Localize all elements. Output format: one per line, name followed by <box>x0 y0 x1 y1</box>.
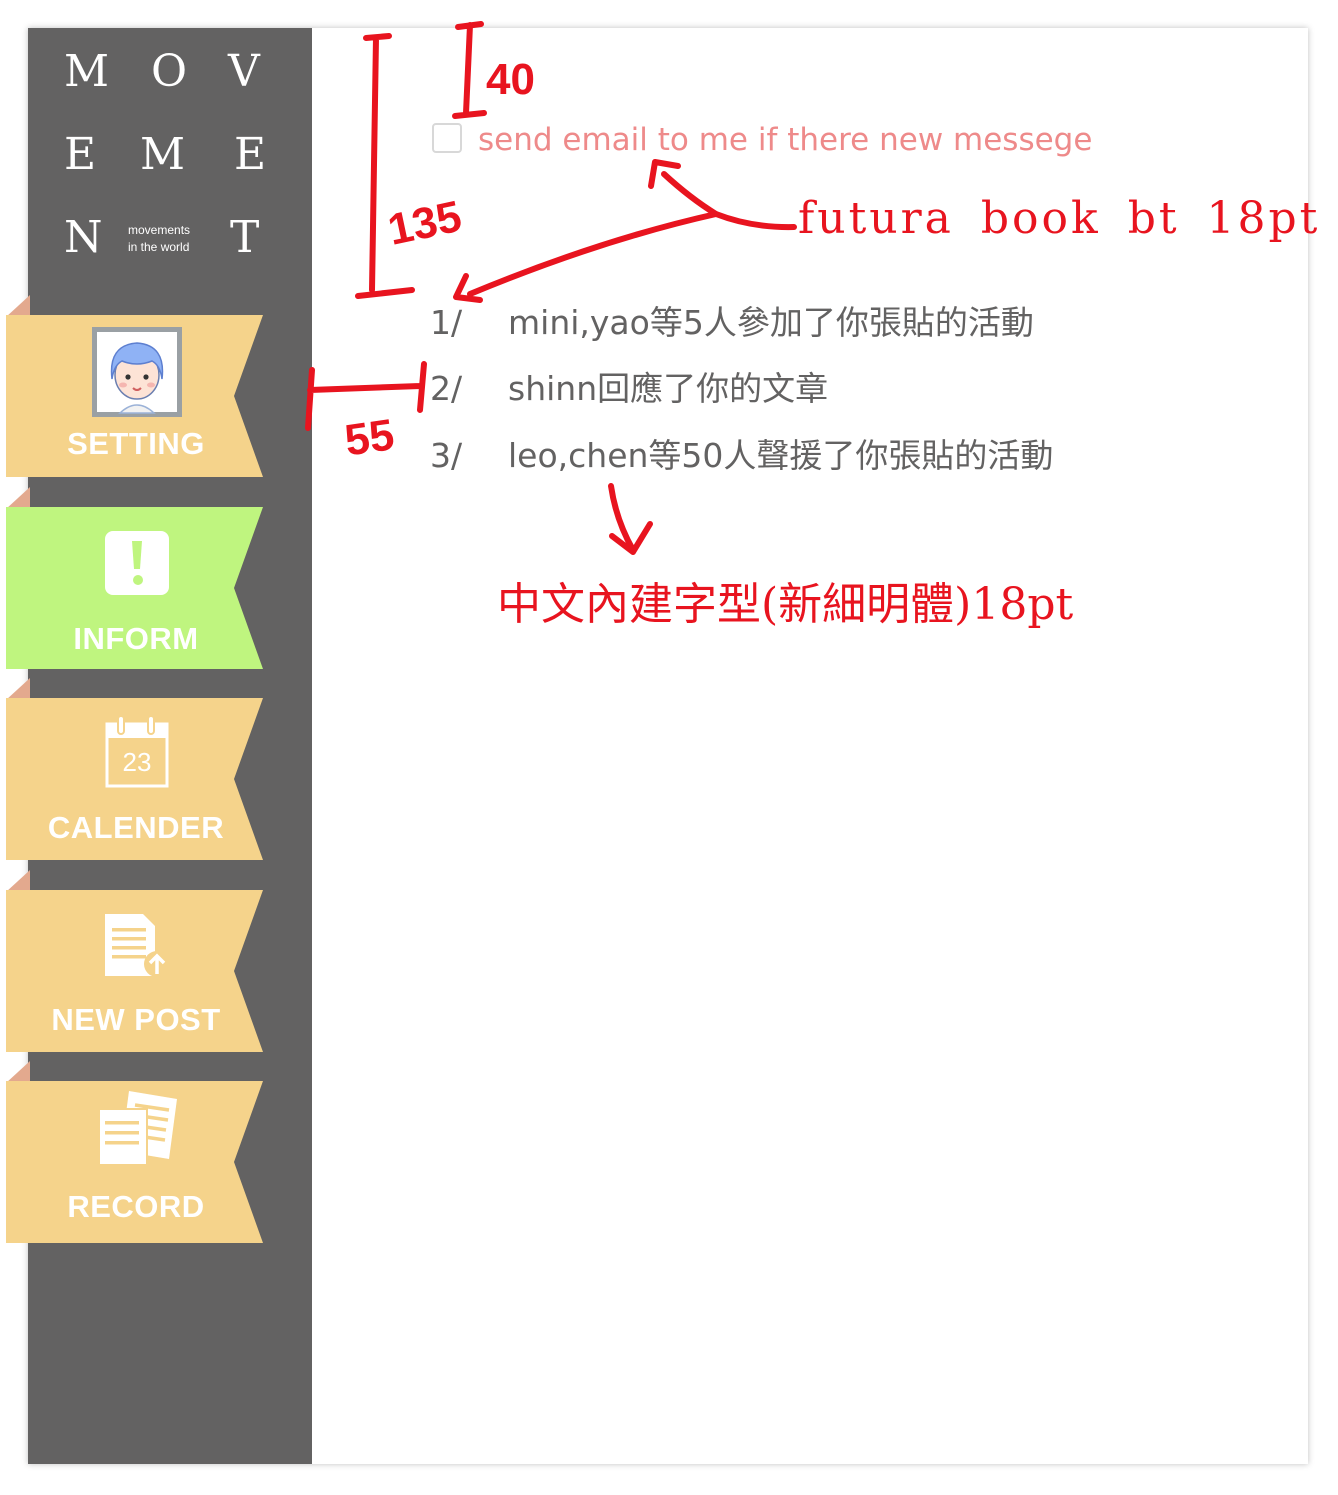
annotation-font-zh: 中文內建字型(新細明體)18pt <box>497 579 1074 630</box>
annotation-font-en: futura book bt 18pt <box>798 193 1321 244</box>
annotation-spacing-indent: 55 <box>341 410 398 466</box>
annotation-spacing-top: 40 <box>486 55 535 104</box>
